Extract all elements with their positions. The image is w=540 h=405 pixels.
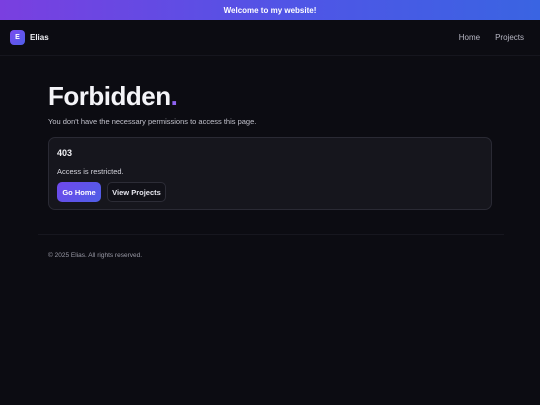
error-card: 403 Access is restricted. Go Home View P…: [48, 137, 492, 210]
footer-divider: [38, 234, 504, 235]
page-title: Forbidden.: [48, 80, 178, 112]
view-projects-button[interactable]: View Projects: [107, 182, 166, 202]
footer-copyright: © 2025 Elias. All rights reserved.: [48, 252, 143, 259]
site-header: E Elias Home Projects: [0, 20, 540, 56]
logo-letter: E: [15, 34, 20, 41]
title-accent-dot: .: [170, 81, 178, 111]
welcome-banner: Welcome to my website!: [0, 0, 540, 20]
error-message: Access is restricted.: [57, 167, 124, 176]
brand-link[interactable]: E Elias: [10, 30, 49, 45]
nav-link-projects[interactable]: Projects: [495, 33, 524, 42]
go-home-button[interactable]: Go Home: [57, 182, 101, 202]
banner-text: Welcome to my website!: [223, 5, 317, 15]
page-title-text: Forbidden: [48, 81, 171, 111]
main-nav: Home Projects: [459, 33, 524, 42]
error-code: 403: [57, 148, 73, 158]
nav-link-home[interactable]: Home: [459, 33, 480, 42]
page-subtitle: You don't have the necessary permissions…: [48, 117, 257, 126]
logo-icon: E: [10, 30, 25, 45]
brand-name: Elias: [30, 33, 49, 42]
